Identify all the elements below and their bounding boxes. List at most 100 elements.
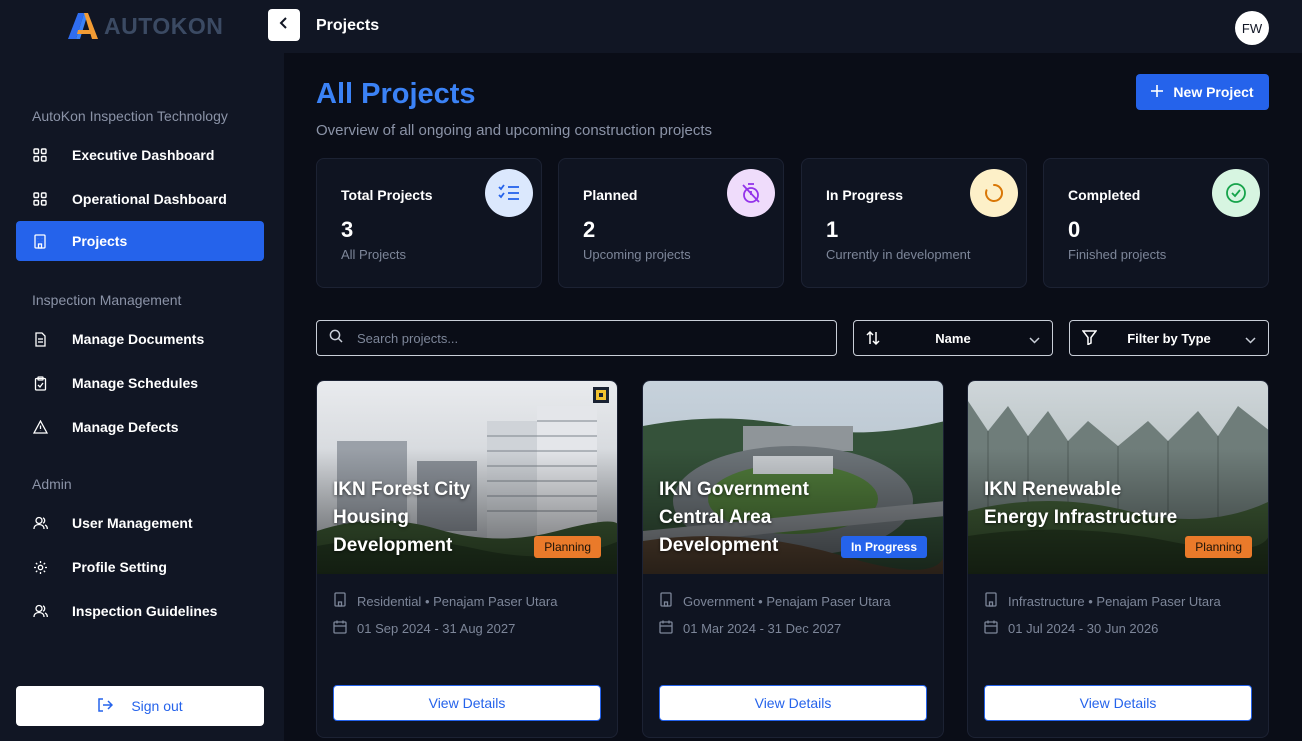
- stat-card-completed: Completed 0 Finished projects: [1043, 158, 1269, 288]
- stat-label: Completed: [1068, 187, 1141, 203]
- project-title: IKN Forest City Housing Development: [333, 479, 471, 556]
- sidebar-item-label: Manage Defects: [72, 419, 179, 435]
- stat-value: 0: [1068, 217, 1081, 242]
- sidebar-item-executive-dashboard[interactable]: Executive Dashboard: [16, 135, 264, 175]
- calendar-icon: [659, 620, 673, 637]
- building-icon: [32, 233, 48, 249]
- project-card[interactable]: IKN Government Central Area Development …: [642, 380, 944, 738]
- chevron-down-icon: [1029, 332, 1040, 347]
- section-title-autokon: AutoKon Inspection Technology: [32, 108, 228, 124]
- user-avatar[interactable]: FW: [1235, 11, 1269, 45]
- project-type: Government: [683, 593, 755, 609]
- check-circle-icon: [1212, 169, 1260, 217]
- project-location: Penajam Paser Utara: [766, 593, 891, 609]
- users-icon: [32, 515, 48, 531]
- filter-value: Filter by Type: [1127, 330, 1211, 346]
- project-date-range: 01 Jul 2024 - 30 Jun 2026: [1008, 621, 1159, 636]
- stat-label: In Progress: [826, 187, 904, 203]
- sidebar-item-label: Profile Setting: [72, 559, 167, 575]
- sort-select[interactable]: Name: [853, 320, 1053, 356]
- sidebar-item-profile-setting[interactable]: Profile Setting: [16, 547, 264, 587]
- search-input[interactable]: [357, 330, 797, 346]
- calendar-icon: [984, 620, 998, 637]
- status-badge: In Progress: [840, 536, 927, 558]
- project-title: IKN Government Central Area Development: [659, 479, 809, 556]
- project-type-location: Government • Penajam Paser Utara: [659, 592, 891, 610]
- meta-separator: •: [1088, 593, 1093, 609]
- section-title-admin: Admin: [32, 476, 72, 492]
- filter-type-select[interactable]: Filter by Type: [1069, 320, 1269, 356]
- grid-icon: [32, 147, 48, 163]
- project-location: Penajam Paser Utara: [433, 593, 558, 609]
- sidebar-item-label: Manage Documents: [72, 331, 205, 347]
- warning-icon: [32, 419, 48, 435]
- sidebar-item-user-management[interactable]: User Management: [16, 503, 264, 543]
- view-details-button[interactable]: View Details: [659, 685, 927, 721]
- sidebar-item-label: Projects: [72, 233, 128, 249]
- stat-value: 3: [341, 217, 354, 242]
- brand-logo[interactable]: AUTOKON: [66, 12, 223, 40]
- checklist-icon: [485, 169, 533, 217]
- status-badge: Planning: [534, 536, 601, 558]
- clipboard-icon: [32, 375, 48, 391]
- stat-card-planned: Planned 2 Upcoming projects: [558, 158, 784, 288]
- filter-icon: [1081, 330, 1098, 348]
- sidebar-item-manage-documents[interactable]: Manage Documents: [16, 319, 264, 359]
- header-title: Projects: [316, 17, 380, 34]
- users-icon: [32, 603, 48, 619]
- project-dates: 01 Sep 2024 - 31 Aug 2027: [333, 620, 515, 637]
- project-type: Residential: [357, 593, 422, 609]
- building-icon: [333, 592, 347, 610]
- project-type: Infrastructure: [1008, 593, 1085, 609]
- meta-separator: •: [424, 593, 430, 609]
- sign-out-button[interactable]: Sign out: [16, 686, 264, 726]
- project-date-range: 01 Sep 2024 - 31 Aug 2027: [357, 621, 516, 636]
- sidebar-item-label: Operational Dashboard: [72, 191, 227, 207]
- meta-separator: •: [758, 593, 763, 609]
- chevron-down-icon: [1245, 332, 1256, 347]
- project-date-range: 01 Mar 2024 - 31 Dec 2027: [683, 621, 842, 636]
- gear-icon: [32, 559, 48, 575]
- sign-out-icon: [97, 697, 114, 715]
- stat-desc: All Projects: [341, 247, 407, 262]
- sidebar-item-projects[interactable]: Projects: [16, 221, 264, 261]
- stat-label: Planned: [583, 187, 638, 203]
- sidebar-item-inspection-guidelines[interactable]: Inspection Guidelines: [16, 591, 264, 631]
- sort-value: Name: [935, 330, 971, 346]
- stat-label: Total Projects: [341, 187, 433, 203]
- sidebar: AUTOKON AutoKon Inspection Technology Ex…: [0, 0, 284, 741]
- sidebar-item-manage-schedules[interactable]: Manage Schedules: [16, 363, 264, 403]
- section-title-inspection-management: Inspection Management: [32, 292, 182, 308]
- stat-value: 1: [826, 217, 839, 242]
- building-icon: [659, 592, 673, 610]
- project-dates: 01 Jul 2024 - 30 Jun 2026: [984, 620, 1158, 637]
- new-project-label: New Project: [1173, 84, 1254, 100]
- stat-desc: Finished projects: [1068, 247, 1167, 262]
- document-icon: [32, 331, 48, 347]
- collapse-sidebar-button[interactable]: [268, 9, 300, 41]
- autokon-logo-icon: [68, 13, 98, 39]
- sign-out-label: Sign out: [131, 698, 183, 714]
- sort-arrows-icon: [866, 330, 880, 349]
- view-details-button[interactable]: View Details: [333, 685, 601, 721]
- project-card[interactable]: IKN Forest City Housing Development Plan…: [316, 380, 618, 738]
- sidebar-item-label: Manage Schedules: [72, 375, 199, 391]
- view-details-button[interactable]: View Details: [984, 685, 1252, 721]
- new-project-button[interactable]: New Project: [1136, 74, 1269, 110]
- sidebar-item-label: User Management: [72, 515, 193, 531]
- timer-off-icon: [727, 169, 775, 217]
- sidebar-item-label: Inspection Guidelines: [72, 603, 218, 619]
- sidebar-item-manage-defects[interactable]: Manage Defects: [16, 407, 264, 447]
- project-title: IKN Renewable Energy Infrastructure: [984, 479, 1178, 528]
- stat-card-total: Total Projects 3 All Projects: [316, 158, 542, 288]
- loader-icon: [970, 169, 1018, 217]
- sidebar-item-label: Executive Dashboard: [72, 147, 215, 163]
- stat-desc: Currently in development: [826, 247, 971, 262]
- sidebar-item-operational-dashboard[interactable]: Operational Dashboard: [16, 179, 264, 219]
- project-card[interactable]: IKN Renewable Energy Infrastructure Plan…: [967, 380, 1269, 738]
- grid-icon: [32, 191, 48, 207]
- calendar-icon: [333, 620, 347, 637]
- status-badge: Planning: [1185, 536, 1252, 558]
- plus-icon: [1151, 84, 1164, 100]
- search-box[interactable]: [316, 320, 837, 356]
